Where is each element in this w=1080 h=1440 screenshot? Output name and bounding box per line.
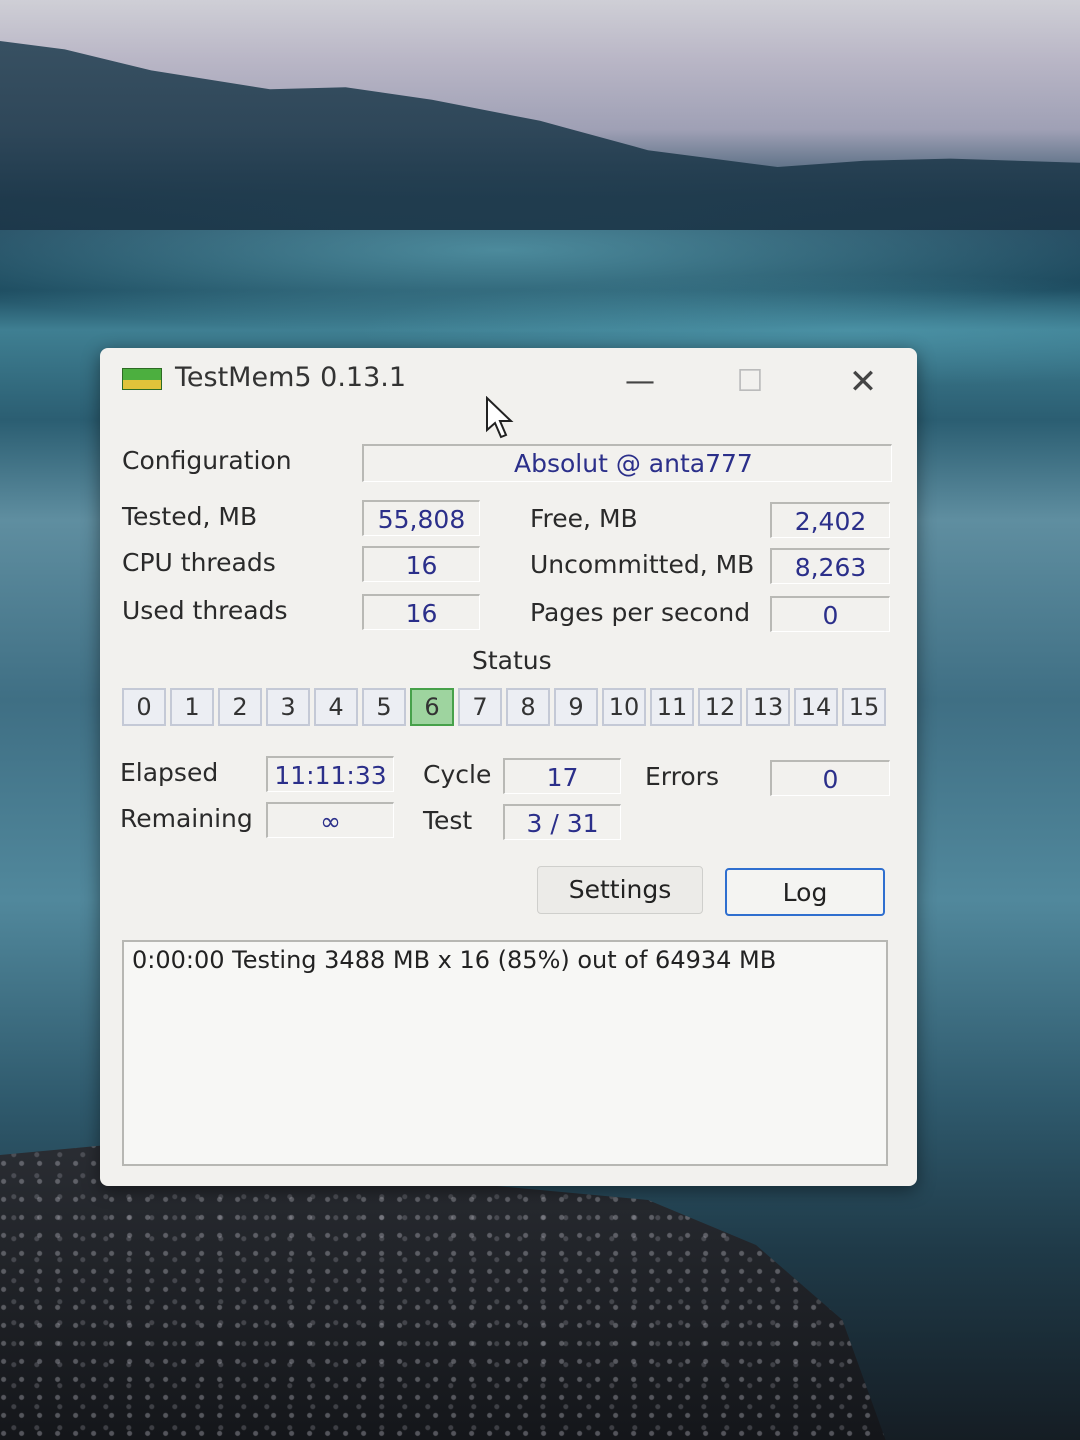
free-mb-label: Free, MB <box>530 504 638 533</box>
settings-button[interactable]: Settings <box>537 866 703 914</box>
minimize-button[interactable]: — <box>615 360 665 404</box>
thread-status-cell: 1 <box>170 688 214 726</box>
configuration-label: Configuration <box>122 446 292 475</box>
used-threads-value: 16 <box>362 594 480 630</box>
remaining-value: ∞ <box>266 802 394 838</box>
tested-mb-label: Tested, MB <box>122 502 258 531</box>
thread-status-row: 0 1 2 3 4 5 6 7 8 9 10 11 12 13 14 15 <box>122 688 892 728</box>
elapsed-value: 11:11:33 <box>266 756 394 792</box>
thread-status-cell: 12 <box>698 688 742 726</box>
testmem5-window: TestMem5 0.13.1 — ☐ ✕ Configuration Abso… <box>100 348 917 1186</box>
remaining-label: Remaining <box>120 804 253 833</box>
thread-status-cell: 9 <box>554 688 598 726</box>
pages-per-second-value: 0 <box>770 596 890 632</box>
used-threads-label: Used threads <box>122 596 288 625</box>
thread-status-cell: 2 <box>218 688 262 726</box>
close-button[interactable]: ✕ <box>838 360 888 404</box>
uncommitted-mb-label: Uncommitted, MB <box>530 550 755 579</box>
memory-chip-icon <box>122 368 162 390</box>
test-value: 3 / 31 <box>503 804 621 840</box>
cycle-label: Cycle <box>423 760 492 789</box>
thread-status-cell: 0 <box>122 688 166 726</box>
log-line: 0:00:00 Testing 3488 MB x 16 (85%) out o… <box>132 946 777 974</box>
mouse-cursor-icon <box>486 396 514 439</box>
cpu-threads-label: CPU threads <box>122 548 276 577</box>
errors-label: Errors <box>645 762 719 791</box>
thread-status-cell: 4 <box>314 688 358 726</box>
status-label: Status <box>472 646 552 675</box>
pages-per-second-label: Pages per second <box>530 598 751 627</box>
errors-value: 0 <box>770 760 890 796</box>
thread-status-cell: 13 <box>746 688 790 726</box>
window-title: TestMem5 0.13.1 <box>175 362 407 393</box>
thread-status-cell: 11 <box>650 688 694 726</box>
thread-status-cell: 15 <box>842 688 886 726</box>
cpu-threads-value: 16 <box>362 546 480 582</box>
log-output[interactable]: 0:00:00 Testing 3488 MB x 16 (85%) out o… <box>122 940 888 1166</box>
tested-mb-value: 55,808 <box>362 500 480 536</box>
test-label: Test <box>423 806 473 835</box>
elapsed-label: Elapsed <box>120 758 219 787</box>
cycle-value: 17 <box>503 758 621 794</box>
thread-status-cell: 14 <box>794 688 838 726</box>
uncommitted-mb-value: 8,263 <box>770 548 890 584</box>
thread-status-cell: 6 <box>410 688 454 726</box>
maximize-button[interactable]: ☐ <box>725 360 775 404</box>
thread-status-cell: 10 <box>602 688 646 726</box>
thread-status-cell: 7 <box>458 688 502 726</box>
log-button[interactable]: Log <box>725 868 885 916</box>
wallpaper-mountain <box>0 41 1080 230</box>
configuration-value: Absolut @ anta777 <box>362 444 892 482</box>
thread-status-cell: 8 <box>506 688 550 726</box>
free-mb-value: 2,402 <box>770 502 890 538</box>
thread-status-cell: 5 <box>362 688 406 726</box>
thread-status-cell: 3 <box>266 688 310 726</box>
